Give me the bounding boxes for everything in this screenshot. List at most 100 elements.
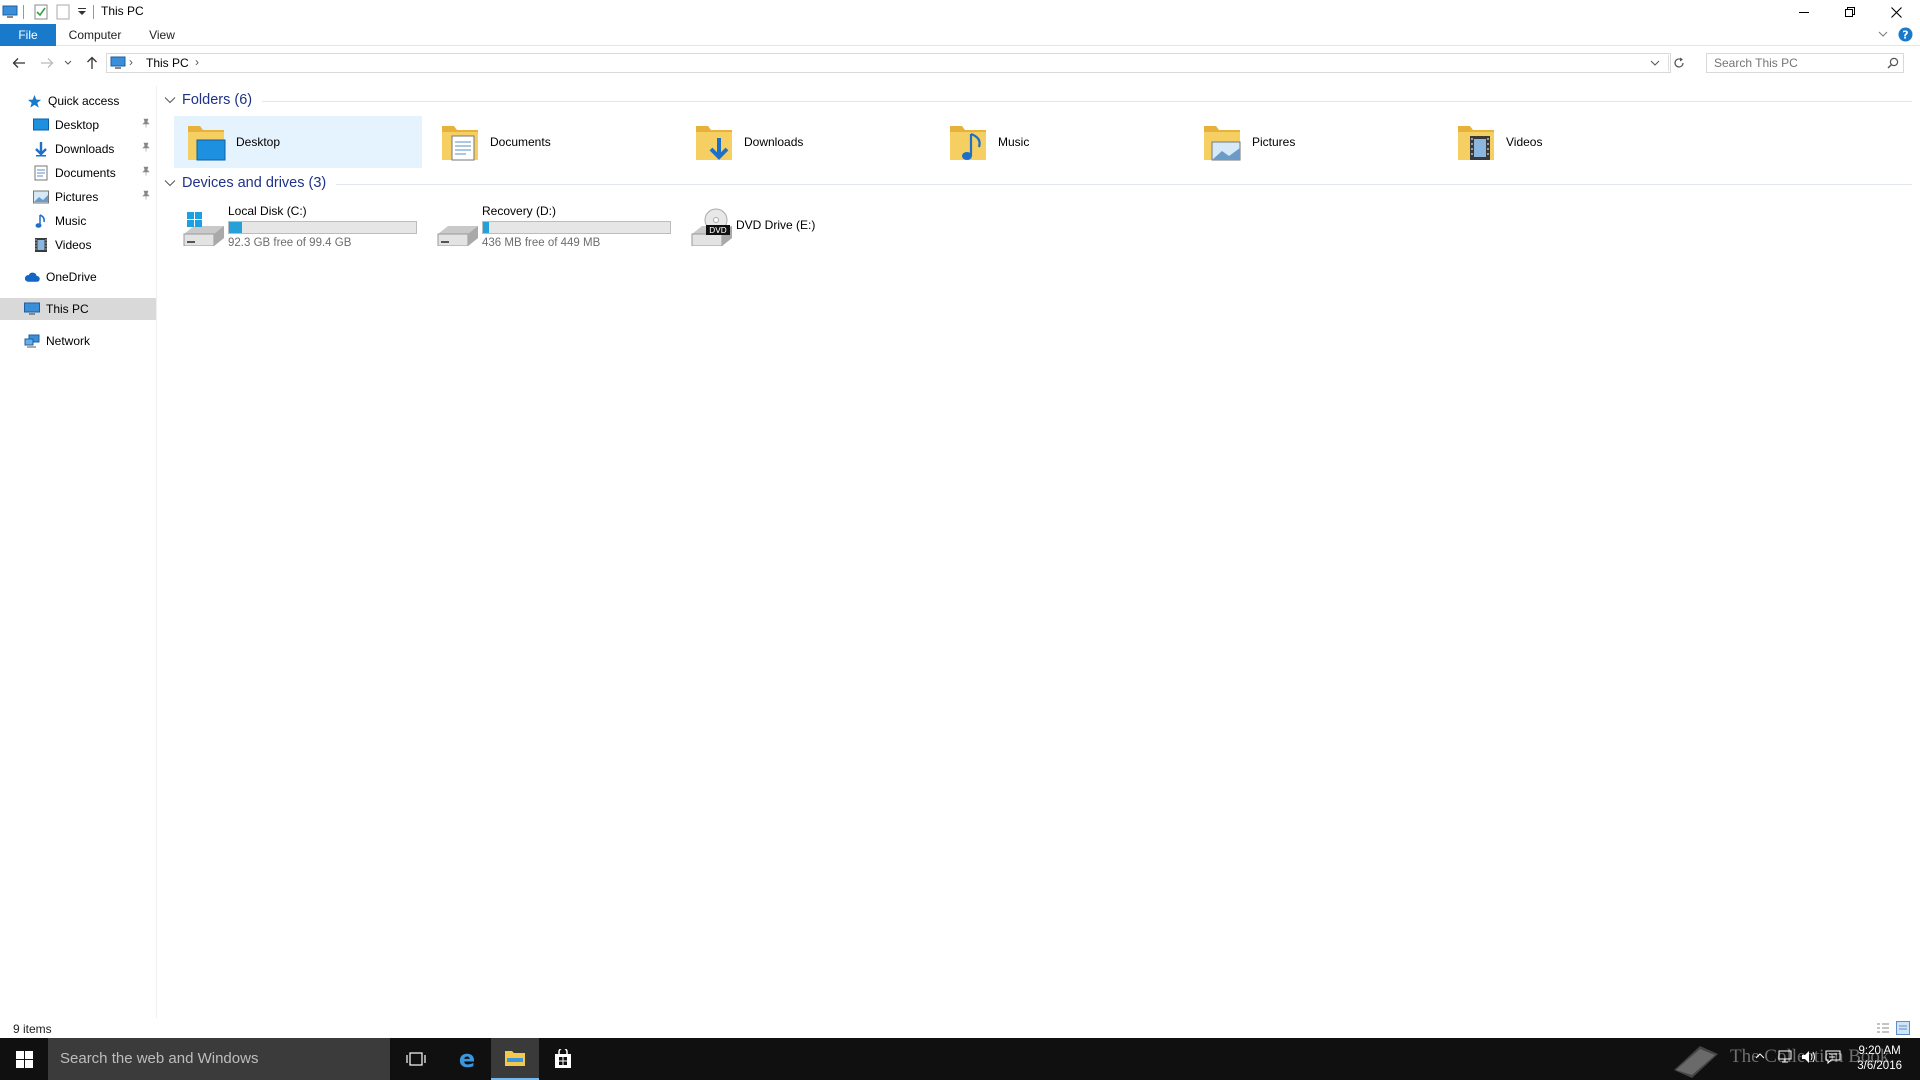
folder-tile-videos[interactable]: Videos: [1444, 116, 1692, 168]
title-bar: This PC: [0, 0, 1920, 24]
star-icon: [26, 93, 42, 109]
dvd-drive-icon: DVD: [691, 208, 732, 246]
search-input[interactable]: [1707, 54, 1877, 72]
drive-tile-e[interactable]: DVD DVD Drive (E:): [684, 200, 934, 252]
network-status-icon[interactable]: [1777, 1050, 1793, 1064]
breadcrumb-this-pc[interactable]: This PC: [146, 56, 189, 70]
chevron-down-icon[interactable]: [164, 178, 176, 188]
svg-text:?: ?: [1902, 29, 1908, 42]
edge-button[interactable]: e: [443, 1038, 491, 1080]
window-title: This PC: [101, 4, 144, 18]
customize-toolbar-icon[interactable]: [72, 2, 92, 22]
clock-time: 9:20 AM: [1858, 1045, 1901, 1057]
folder-tile-desktop[interactable]: Desktop: [174, 116, 422, 168]
breadcrumb-separator[interactable]: ›: [195, 55, 199, 69]
windows-drive-icon: [183, 212, 224, 246]
search-box[interactable]: [1706, 53, 1904, 73]
search-icon[interactable]: [1887, 57, 1899, 69]
onedrive-icon: [24, 269, 40, 285]
store-icon: [555, 1049, 571, 1068]
navigation-pane: Quick access Desktop Downloads Documents…: [0, 86, 157, 1018]
this-pc-icon: [110, 55, 126, 71]
sidebar-item-label: This PC: [46, 302, 89, 316]
forward-button[interactable]: [37, 53, 57, 73]
sidebar-item-label: OneDrive: [46, 270, 97, 284]
properties-icon[interactable]: [31, 2, 51, 22]
sidebar-item-onedrive[interactable]: OneDrive: [0, 266, 156, 288]
folder-tile-music[interactable]: Music: [936, 116, 1184, 168]
drive-name: Recovery (D:): [482, 204, 557, 218]
action-center-icon[interactable]: [1825, 1050, 1841, 1064]
drive-tile-d[interactable]: Recovery (D:) 436 MB free of 449 MB: [430, 200, 680, 252]
sidebar-item-label: Desktop: [55, 118, 100, 132]
documents-icon: [33, 165, 49, 181]
sidebar-item-documents[interactable]: Documents: [0, 162, 156, 184]
separator: [93, 5, 94, 19]
details-view-icon[interactable]: [1876, 1022, 1890, 1034]
pin-icon[interactable]: [141, 118, 151, 128]
new-folder-icon[interactable]: [53, 2, 73, 22]
music-folder-icon: [950, 126, 986, 160]
expand-ribbon-icon[interactable]: [1877, 28, 1889, 40]
close-button[interactable]: [1873, 0, 1919, 24]
back-button[interactable]: [9, 53, 29, 73]
this-pc-icon: [0, 2, 20, 22]
tab-computer[interactable]: Computer: [56, 24, 134, 46]
address-dropdown-icon[interactable]: [1650, 59, 1660, 67]
taskbar-search-box[interactable]: Search the web and Windows: [48, 1038, 390, 1080]
address-bar[interactable]: › This PC ›: [106, 53, 1684, 73]
sidebar-item-label: Quick access: [48, 94, 120, 108]
drive-free-space: 436 MB free of 449 MB: [482, 237, 601, 249]
drive-tile-c[interactable]: Local Disk (C:) 92.3 GB free of 99.4 GB: [176, 200, 426, 252]
folder-tile-downloads[interactable]: Downloads: [682, 116, 930, 168]
group-divider: [336, 184, 1912, 185]
task-view-button[interactable]: [392, 1038, 440, 1080]
restore-button[interactable]: [1827, 0, 1873, 24]
show-hidden-icons-button[interactable]: [1755, 1052, 1765, 1060]
help-icon[interactable]: ?: [1898, 27, 1913, 42]
sidebar-item-videos[interactable]: Videos: [0, 234, 156, 256]
folder-tile-pictures[interactable]: Pictures: [1190, 116, 1438, 168]
start-button[interactable]: [0, 1038, 48, 1080]
drive-name: DVD Drive (E:): [736, 218, 816, 232]
pin-icon[interactable]: [141, 190, 151, 200]
chevron-down-icon[interactable]: [164, 95, 176, 105]
sidebar-item-music[interactable]: Music: [0, 210, 156, 232]
tab-view[interactable]: View: [134, 24, 190, 46]
sidebar-item-desktop[interactable]: Desktop: [0, 114, 156, 136]
taskbar-clock[interactable]: 9:20 AM 3/6/2016: [1857, 1044, 1902, 1074]
large-icons-view-icon[interactable]: [1896, 1021, 1910, 1035]
folder-icon: [505, 1051, 525, 1066]
sidebar-item-quick-access[interactable]: Quick access: [0, 90, 156, 112]
drive-usage-bar: [482, 221, 671, 234]
breadcrumb-separator[interactable]: ›: [129, 55, 133, 69]
folders-group-header[interactable]: Folders (6): [164, 92, 252, 108]
tab-file[interactable]: File: [0, 24, 56, 46]
drives-group-header[interactable]: Devices and drives (3): [164, 175, 326, 191]
sidebar-item-this-pc[interactable]: This PC: [0, 298, 156, 320]
up-button[interactable]: [82, 53, 102, 73]
recent-locations-button[interactable]: [62, 53, 74, 73]
desktop-icon: [33, 117, 49, 133]
clock-date: 3/6/2016: [1857, 1060, 1902, 1072]
status-bar: 9 items: [0, 1018, 1920, 1038]
drives-header-label: Devices and drives (3): [182, 175, 327, 191]
sidebar-item-network[interactable]: Network: [0, 330, 156, 352]
downloads-icon: [33, 141, 49, 157]
store-button[interactable]: [539, 1038, 587, 1080]
folder-label: Music: [998, 135, 1030, 149]
folder-tile-documents[interactable]: Documents: [428, 116, 676, 168]
pin-icon[interactable]: [141, 166, 151, 176]
refresh-icon[interactable]: [1673, 57, 1685, 69]
sidebar-item-label: Videos: [55, 238, 92, 252]
desktop-folder-icon: [188, 126, 226, 161]
network-icon: [24, 333, 40, 349]
sidebar-item-label: Documents: [55, 166, 116, 180]
minimize-button[interactable]: [1781, 0, 1827, 24]
sidebar-item-pictures[interactable]: Pictures: [0, 186, 156, 208]
edge-icon: e: [459, 1048, 475, 1070]
volume-icon[interactable]: [1801, 1050, 1817, 1064]
pin-icon[interactable]: [141, 142, 151, 152]
sidebar-item-downloads[interactable]: Downloads: [0, 138, 156, 160]
file-explorer-button[interactable]: [491, 1038, 539, 1080]
